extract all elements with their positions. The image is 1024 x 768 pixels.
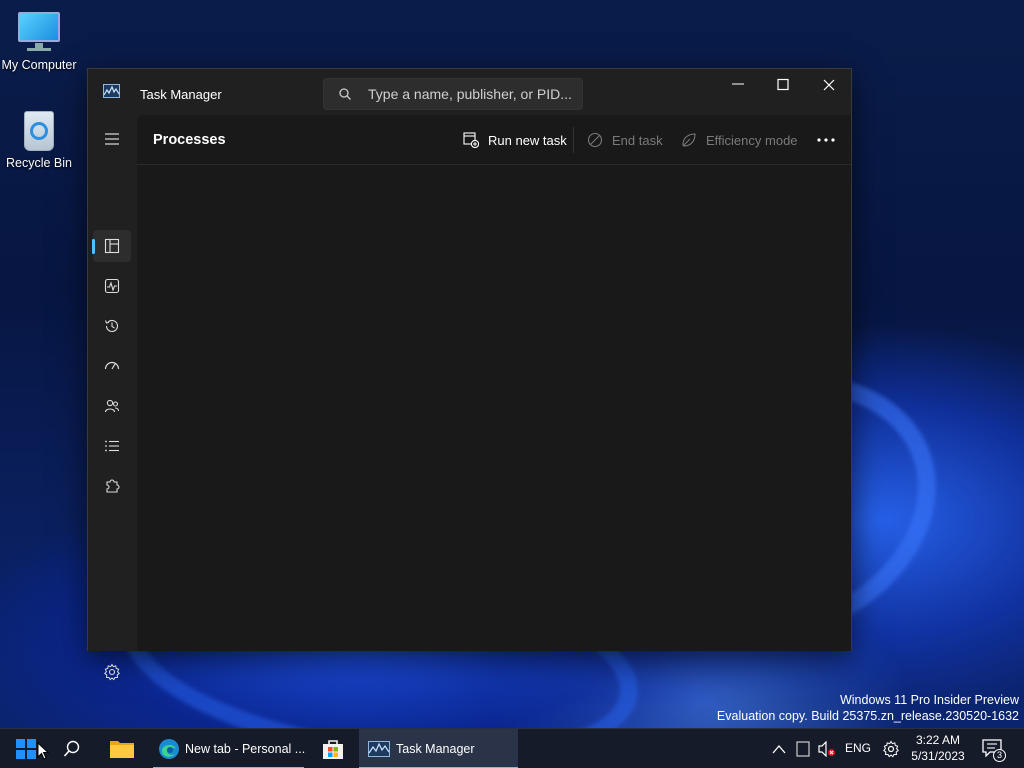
volume-muted-icon[interactable] xyxy=(818,741,836,757)
recycle-bin-icon xyxy=(17,108,61,152)
close-icon xyxy=(823,79,835,91)
taskbar-app-label: Task Manager xyxy=(396,742,475,756)
search-icon xyxy=(339,88,351,100)
desktop-icon-label: Recycle Bin xyxy=(6,156,72,170)
notification-count-badge: 3 xyxy=(993,749,1006,762)
run-new-task-button[interactable]: Run new task xyxy=(463,125,567,155)
taskbar-app-label: New tab - Personal ... xyxy=(185,742,306,756)
processes-page: Processes Run new task End task Efficien… xyxy=(137,115,851,651)
efficiency-mode-label: Efficiency mode xyxy=(706,133,798,148)
title-bar[interactable]: Task Manager xyxy=(88,69,851,115)
hamburger-menu-button[interactable] xyxy=(93,123,131,155)
maximize-button[interactable] xyxy=(760,69,806,99)
edge-browser-icon xyxy=(159,739,179,759)
command-separator xyxy=(573,127,574,153)
more-options-icon[interactable] xyxy=(813,129,839,151)
run-new-task-label: Run new task xyxy=(488,133,567,148)
performance-icon xyxy=(104,278,120,294)
tablet-icon[interactable] xyxy=(796,741,810,757)
taskbar-app-task-manager[interactable]: Task Manager xyxy=(359,729,518,768)
notification-center-button[interactable]: 3 xyxy=(980,737,1010,762)
puzzle-icon xyxy=(106,479,120,493)
nav-item-processes-highlight xyxy=(92,230,131,262)
task-manager-app-icon xyxy=(103,84,120,98)
windows-logo-icon xyxy=(16,739,36,759)
watermark-line1: Windows 11 Pro Insider Preview xyxy=(839,693,1019,707)
navigation-pane xyxy=(88,115,137,681)
watermark-line2: Evaluation copy. Build 25375.zn_release.… xyxy=(716,709,1019,723)
file-explorer-button[interactable] xyxy=(104,729,140,768)
folder-icon xyxy=(110,741,134,758)
chevron-up-icon[interactable] xyxy=(772,744,786,754)
search-icon xyxy=(63,740,80,757)
clock[interactable]: 3:22 AM 5/31/2023 xyxy=(904,732,972,765)
leaf-icon xyxy=(682,133,696,147)
windows-watermark: Windows 11 Pro Insider Preview Evaluatio… xyxy=(717,692,1019,724)
history-icon xyxy=(104,319,119,332)
minimize-icon xyxy=(732,83,744,85)
desktop-icon-label: My Computer xyxy=(1,58,77,72)
search-input[interactable] xyxy=(368,83,573,105)
clock-time: 3:22 AM xyxy=(915,733,961,747)
run-new-task-icon xyxy=(463,132,479,148)
store-icon xyxy=(323,740,343,759)
minimize-button[interactable] xyxy=(715,69,761,99)
clock-date: 5/31/2023 xyxy=(911,749,965,763)
microsoft-store-button[interactable] xyxy=(316,729,350,768)
nav-item-app-history[interactable] xyxy=(93,310,131,342)
taskbar-app-edge[interactable]: New tab - Personal ... xyxy=(153,729,306,768)
details-list-icon xyxy=(105,440,119,452)
end-task-label: End task xyxy=(612,133,663,148)
nav-item-services[interactable] xyxy=(93,470,131,502)
start-button[interactable] xyxy=(8,729,49,768)
nav-item-details[interactable] xyxy=(93,430,131,462)
search-taskbar-button[interactable] xyxy=(56,729,88,768)
mouse-cursor-icon xyxy=(37,742,49,760)
close-button[interactable] xyxy=(806,69,852,99)
users-icon xyxy=(104,399,120,413)
desktop-icon-my-computer[interactable]: My Computer xyxy=(0,10,78,72)
window-title: Task Manager xyxy=(140,87,222,102)
task-manager-icon xyxy=(368,741,390,757)
end-task-icon xyxy=(587,132,603,148)
efficiency-mode-button[interactable]: Efficiency mode xyxy=(681,125,801,155)
settings-gear-icon[interactable] xyxy=(103,663,121,681)
hamburger-icon xyxy=(105,133,119,145)
nav-item-users[interactable] xyxy=(93,390,131,422)
end-task-button[interactable]: End task xyxy=(587,125,667,155)
task-manager-window: Task Manager Type a name, publisher, or … xyxy=(87,68,852,681)
computer-icon xyxy=(17,10,61,54)
speedometer-icon xyxy=(104,361,120,370)
command-bar: Processes Run new task End task Efficien… xyxy=(137,115,851,165)
language-indicator[interactable]: ENG xyxy=(845,741,871,755)
processes-icon xyxy=(104,238,120,254)
search-box[interactable] xyxy=(323,78,583,110)
desktop-icon-recycle-bin[interactable]: Recycle Bin xyxy=(0,108,78,170)
page-title: Processes xyxy=(153,132,226,148)
taskbar: New tab - Personal ... Task Manager ENG xyxy=(0,728,1024,768)
nav-item-startup-apps[interactable] xyxy=(93,350,131,382)
nav-item-performance[interactable] xyxy=(93,270,131,302)
settings-gear-icon[interactable] xyxy=(882,740,900,758)
maximize-icon xyxy=(777,78,789,91)
